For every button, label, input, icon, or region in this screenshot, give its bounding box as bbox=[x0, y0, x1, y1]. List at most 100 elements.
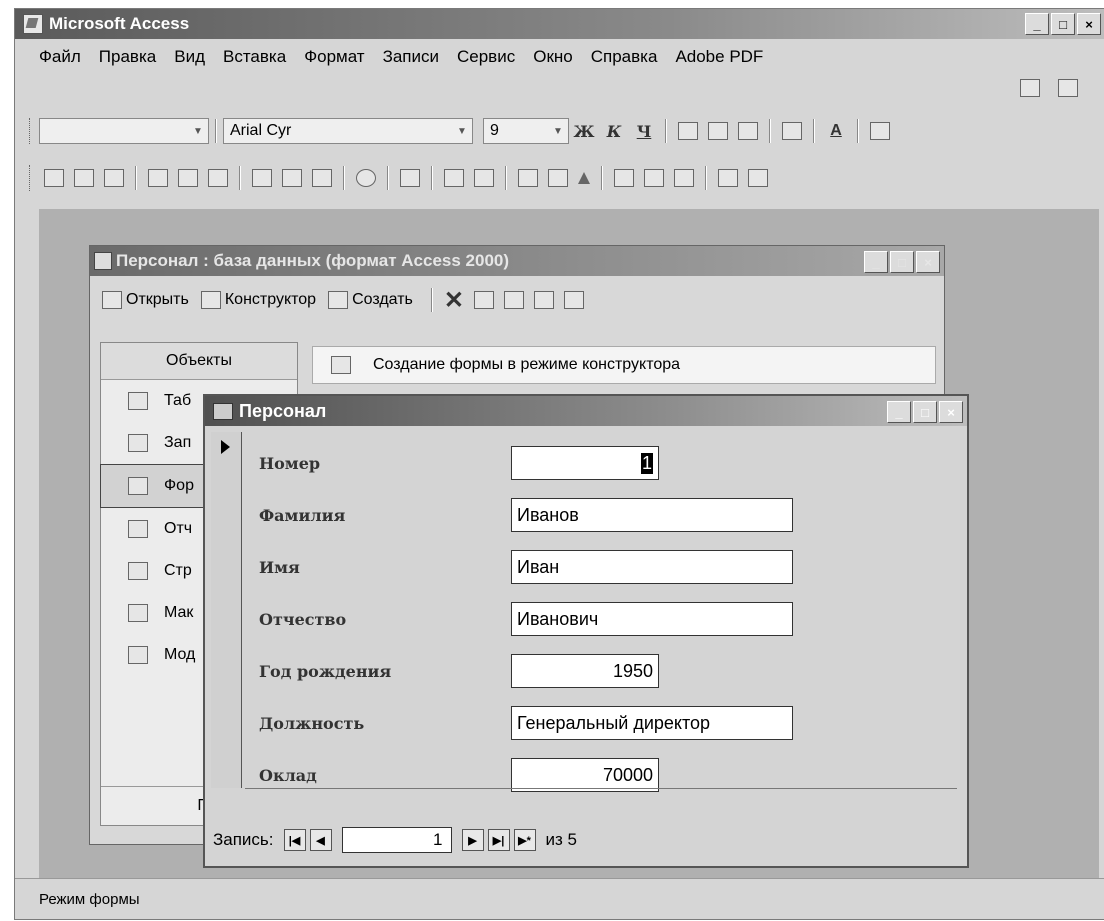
font-color-button[interactable]: A bbox=[824, 119, 848, 143]
italic-button[interactable]: К bbox=[602, 119, 626, 143]
align-left-icon[interactable] bbox=[678, 122, 698, 140]
chevron-down-icon[interactable]: ▼ bbox=[550, 121, 566, 141]
form-divider bbox=[245, 788, 957, 789]
object-combo[interactable]: ▼ bbox=[39, 118, 209, 144]
close-button[interactable]: × bbox=[1077, 13, 1101, 35]
align-right-icon[interactable] bbox=[738, 122, 758, 140]
menu-format[interactable]: Формат bbox=[304, 47, 364, 67]
insert-hyperlink-icon[interactable] bbox=[400, 169, 420, 187]
sort-descending-icon[interactable] bbox=[474, 169, 494, 187]
cut-icon[interactable] bbox=[252, 169, 272, 187]
maximize-button[interactable]: □ bbox=[890, 251, 914, 273]
field-number-input[interactable]: 1 bbox=[511, 446, 659, 480]
app-title: Microsoft Access bbox=[49, 14, 190, 33]
menu-file[interactable]: Файл bbox=[39, 47, 81, 67]
create-button[interactable]: Создать bbox=[328, 291, 413, 309]
chevron-down-icon[interactable]: ▼ bbox=[454, 121, 470, 141]
menu-view[interactable]: Вид bbox=[174, 47, 205, 67]
bold-button[interactable]: Ж bbox=[572, 119, 596, 143]
line-color-icon[interactable] bbox=[870, 122, 890, 140]
copy-icon[interactable] bbox=[282, 169, 302, 187]
properties-icon[interactable] bbox=[718, 169, 738, 187]
find-icon[interactable] bbox=[614, 169, 634, 187]
sort-ascending-icon[interactable] bbox=[444, 169, 464, 187]
small-icons-icon[interactable] bbox=[503, 291, 524, 309]
delete-icon[interactable]: ✕ bbox=[442, 287, 466, 314]
filter-by-selection-icon[interactable] bbox=[518, 169, 538, 187]
toolbar-grip[interactable] bbox=[29, 165, 33, 191]
previous-record-icon[interactable]: ◀ bbox=[309, 829, 332, 851]
record-number-input[interactable]: 1 bbox=[341, 827, 452, 853]
delete-record-icon[interactable] bbox=[674, 169, 694, 187]
fill-color-icon[interactable] bbox=[782, 122, 802, 140]
menu-edit[interactable]: Правка bbox=[99, 47, 156, 67]
form-title-bar[interactable]: Персонал _ □ × bbox=[205, 396, 967, 426]
database-window-icon[interactable] bbox=[748, 169, 768, 187]
app-title-bar[interactable]: Microsoft Access _ □ × bbox=[15, 9, 1104, 39]
list-item[interactable]: Создание формы в режиме конструктора bbox=[312, 346, 936, 384]
access-main-window: Microsoft Access _ □ × Файл Правка Вид В… bbox=[14, 8, 1104, 920]
field-row: Должность Генеральный директор bbox=[245, 702, 957, 744]
maximize-button[interactable]: □ bbox=[913, 401, 937, 423]
file-search-icon[interactable] bbox=[104, 169, 124, 187]
menu-window[interactable]: Окно bbox=[533, 47, 573, 67]
view-icon[interactable] bbox=[44, 169, 64, 187]
underline-button[interactable]: Ч bbox=[632, 119, 656, 143]
menu-tools[interactable]: Сервис bbox=[457, 47, 515, 67]
details-view-icon[interactable] bbox=[563, 291, 584, 309]
field-label: Год рождения bbox=[259, 661, 392, 681]
minimize-button[interactable]: _ bbox=[887, 401, 911, 423]
maximize-button[interactable]: □ bbox=[1051, 13, 1075, 35]
status-text: Режим формы bbox=[39, 890, 140, 908]
field-position-input[interactable]: Генеральный директор bbox=[511, 706, 793, 740]
undo-icon[interactable] bbox=[356, 169, 376, 187]
close-button[interactable]: × bbox=[939, 401, 963, 423]
close-button[interactable]: × bbox=[916, 251, 940, 273]
design-button[interactable]: Конструктор bbox=[200, 291, 316, 309]
filter-by-form-icon[interactable] bbox=[548, 169, 568, 187]
objects-item-label: Таб bbox=[164, 392, 192, 409]
print-preview-icon[interactable] bbox=[178, 169, 198, 187]
convert-to-pdf-icon[interactable] bbox=[1020, 79, 1040, 97]
field-salary-input[interactable]: 70000 bbox=[511, 758, 659, 792]
record-selector[interactable] bbox=[211, 432, 242, 788]
field-name-input[interactable]: Иван bbox=[511, 550, 793, 584]
new-record-icon[interactable]: ▶* bbox=[513, 829, 536, 851]
menu-records[interactable]: Записи bbox=[383, 47, 439, 67]
menu-insert[interactable]: Вставка bbox=[223, 47, 286, 67]
toolbar-separator bbox=[215, 119, 217, 143]
print-icon[interactable] bbox=[148, 169, 168, 187]
font-size-combo[interactable]: 9 ▼ bbox=[483, 118, 569, 144]
chevron-down-icon[interactable]: ▼ bbox=[190, 121, 206, 141]
record-navigator: Запись: |◀ ◀ 1 ▶ ▶| ▶* из 5 bbox=[213, 822, 959, 858]
objects-header[interactable]: Объекты bbox=[101, 343, 297, 380]
field-surname-input[interactable]: Иванов bbox=[511, 498, 793, 532]
spelling-icon[interactable] bbox=[208, 169, 228, 187]
first-record-icon[interactable]: |◀ bbox=[283, 829, 306, 851]
open-button[interactable]: Открыть bbox=[102, 291, 189, 309]
objects-item-label: Мод bbox=[164, 646, 196, 663]
query-icon bbox=[128, 434, 148, 452]
new-record-icon[interactable] bbox=[644, 169, 664, 187]
minimize-button[interactable]: _ bbox=[1025, 13, 1049, 35]
paste-icon[interactable] bbox=[312, 169, 332, 187]
align-center-icon[interactable] bbox=[708, 122, 728, 140]
large-icons-icon[interactable] bbox=[473, 291, 494, 309]
minimize-button[interactable]: _ bbox=[864, 251, 888, 273]
font-name-combo[interactable]: Arial Cyr ▼ bbox=[223, 118, 473, 144]
menu-adobe-pdf[interactable]: Adobe PDF bbox=[675, 47, 763, 67]
last-record-icon[interactable]: ▶| bbox=[487, 829, 510, 851]
database-window-toolbar: Открыть Конструктор Создать ✕ bbox=[90, 276, 944, 324]
objects-item-label: Мак bbox=[164, 604, 194, 621]
convert-and-email-icon[interactable] bbox=[1058, 79, 1078, 97]
menu-help[interactable]: Справка bbox=[591, 47, 658, 67]
database-window-title-bar[interactable]: Персонал : база данных (формат Access 20… bbox=[90, 246, 944, 276]
field-patronymic-input[interactable]: Иванович bbox=[511, 602, 793, 636]
apply-filter-icon[interactable] bbox=[578, 172, 590, 184]
list-view-icon[interactable] bbox=[533, 291, 554, 309]
macro-icon bbox=[128, 604, 148, 622]
save-icon[interactable] bbox=[74, 169, 94, 187]
next-record-icon[interactable]: ▶ bbox=[461, 829, 484, 851]
field-birth-year-input[interactable]: 1950 bbox=[511, 654, 659, 688]
toolbar-grip[interactable] bbox=[29, 118, 33, 144]
